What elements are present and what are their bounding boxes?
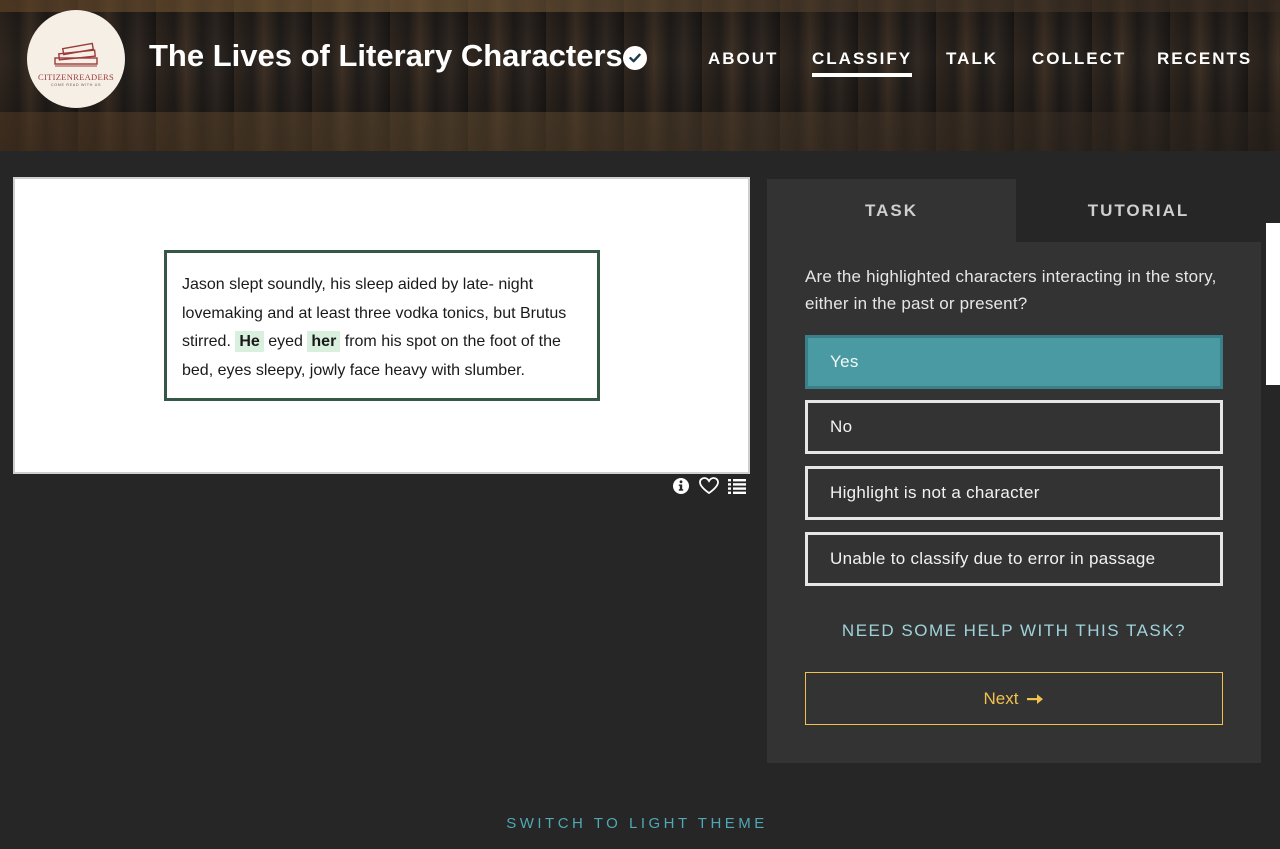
- nav-classify[interactable]: CLASSIFY: [812, 49, 913, 77]
- logo-tagline: Come Read With Us: [50, 82, 102, 87]
- subject-viewer: Jason slept soundly, his sleep aided by …: [13, 177, 750, 474]
- nav-recents[interactable]: RECENTS: [1157, 49, 1252, 69]
- tab-task[interactable]: TASK: [767, 179, 1016, 242]
- highlighted-character-2: her: [307, 331, 341, 353]
- info-icon[interactable]: [671, 476, 691, 496]
- answer-yes[interactable]: Yes: [805, 335, 1223, 389]
- project-logo[interactable]: CitizenReaders Come Read With Us: [27, 10, 125, 108]
- verified-check-icon: [623, 46, 647, 70]
- tab-tutorial[interactable]: TUTORIAL: [1016, 179, 1261, 242]
- highlighted-character-1: He: [235, 331, 264, 353]
- task-question: Are the highlighted characters interacti…: [805, 267, 1217, 313]
- passage-text-part: eyed: [263, 333, 308, 351]
- subject-toolbar: [671, 476, 747, 496]
- project-title[interactable]: The Lives of Literary Characters: [149, 38, 623, 74]
- arrow-right-icon: [1027, 693, 1044, 704]
- task-panel: TASK TUTORIAL Are the highlighted charac…: [767, 179, 1261, 763]
- answer-no[interactable]: No: [805, 400, 1223, 454]
- nav-about[interactable]: ABOUT: [708, 49, 778, 69]
- answer-error-in-passage[interactable]: Unable to classify due to error in passa…: [805, 532, 1223, 586]
- nav-talk[interactable]: TALK: [946, 49, 998, 69]
- logo-wordmark: CitizenReaders: [38, 71, 114, 82]
- task-help-link[interactable]: NEED SOME HELP WITH THIS TASK?: [805, 621, 1223, 641]
- feedback-tab-edge[interactable]: [1266, 223, 1280, 385]
- books-logo-icon: [54, 42, 98, 66]
- next-button[interactable]: Next: [805, 672, 1223, 725]
- list-icon[interactable]: [727, 476, 747, 496]
- answer-not-a-character[interactable]: Highlight is not a character: [805, 466, 1223, 520]
- switch-theme-button[interactable]: SWITCH TO LIGHT THEME: [0, 815, 1274, 832]
- project-header: CitizenReaders Come Read With Us The Liv…: [0, 0, 1280, 151]
- nav-collect[interactable]: COLLECT: [1032, 49, 1126, 69]
- passage-text: Jason slept soundly, his sleep aided by …: [164, 250, 600, 401]
- heart-icon[interactable]: [699, 476, 719, 496]
- next-button-label: Next: [983, 688, 1019, 708]
